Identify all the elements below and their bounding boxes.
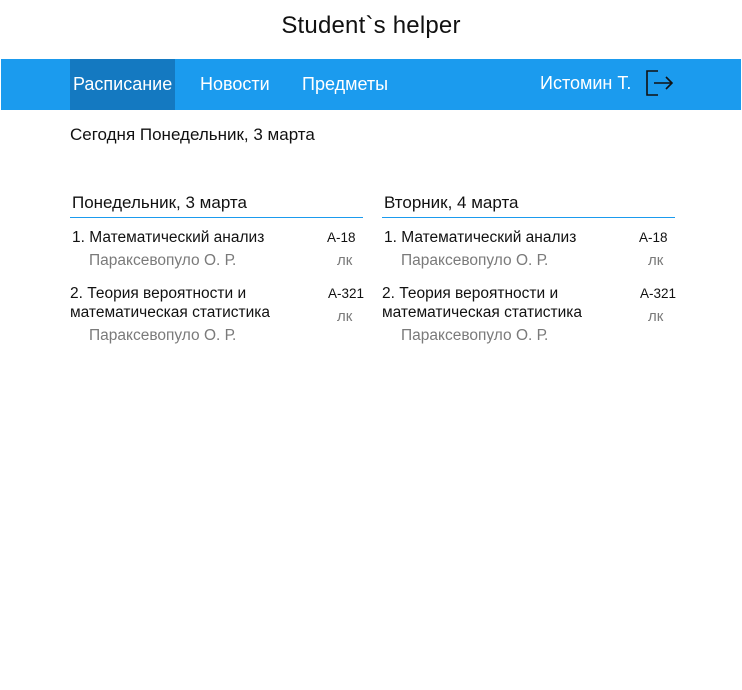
user-name[interactable]: Истомин Т. — [540, 59, 631, 108]
day-header: Вторник, 4 марта — [382, 193, 675, 218]
day-column-monday: Понедельник, 3 марта 1. Математический а… — [70, 193, 365, 345]
lesson-room: A-321 — [640, 286, 677, 301]
lesson-room: A-18 — [639, 230, 668, 245]
app-title: Student`s helper — [281, 12, 461, 39]
top-navbar: Расписание Новости Предметы Истомин Т. — [1, 59, 741, 110]
lesson-type: лк — [337, 252, 353, 269]
lesson-type: лк — [337, 308, 353, 325]
lesson-room: A-321 — [328, 286, 365, 301]
lesson-title: 1. Математический анализ — [384, 229, 577, 246]
logout-icon[interactable] — [645, 69, 675, 97]
lesson-item[interactable]: 1. Математический анализ Параксевопуло О… — [70, 228, 363, 270]
lesson-item[interactable]: 2. Теория вероятности и математическая с… — [382, 284, 677, 345]
lesson-item[interactable]: 2. Теория вероятности и математическая с… — [70, 284, 365, 345]
lesson-item[interactable]: 1. Математический анализ Параксевопуло О… — [382, 228, 675, 270]
today-text: Сегодня Понедельник, 3 марта — [70, 125, 315, 144]
lesson-teacher: Параксевопуло О. Р. — [401, 327, 549, 344]
lesson-teacher: Параксевопуло О. Р. — [89, 327, 237, 344]
lesson-type: лк — [648, 252, 664, 269]
lesson-type: лк — [648, 308, 664, 325]
nav-item-news[interactable]: Новости — [200, 59, 270, 110]
lesson-room: A-18 — [327, 230, 356, 245]
day-header: Понедельник, 3 марта — [70, 193, 363, 218]
lesson-title: 1. Математический анализ — [72, 229, 265, 246]
lesson-teacher: Параксевопуло О. Р. — [401, 252, 549, 269]
lesson-title: 2. Теория вероятности и математическая с… — [382, 285, 583, 321]
nav-item-subjects[interactable]: Предметы — [302, 59, 388, 110]
nav-item-schedule[interactable]: Расписание — [70, 59, 176, 110]
day-column-tuesday: Вторник, 4 марта 1. Математический анали… — [382, 193, 677, 345]
lesson-title: 2. Теория вероятности и математическая с… — [70, 285, 271, 321]
lesson-teacher: Параксевопуло О. Р. — [89, 252, 237, 269]
